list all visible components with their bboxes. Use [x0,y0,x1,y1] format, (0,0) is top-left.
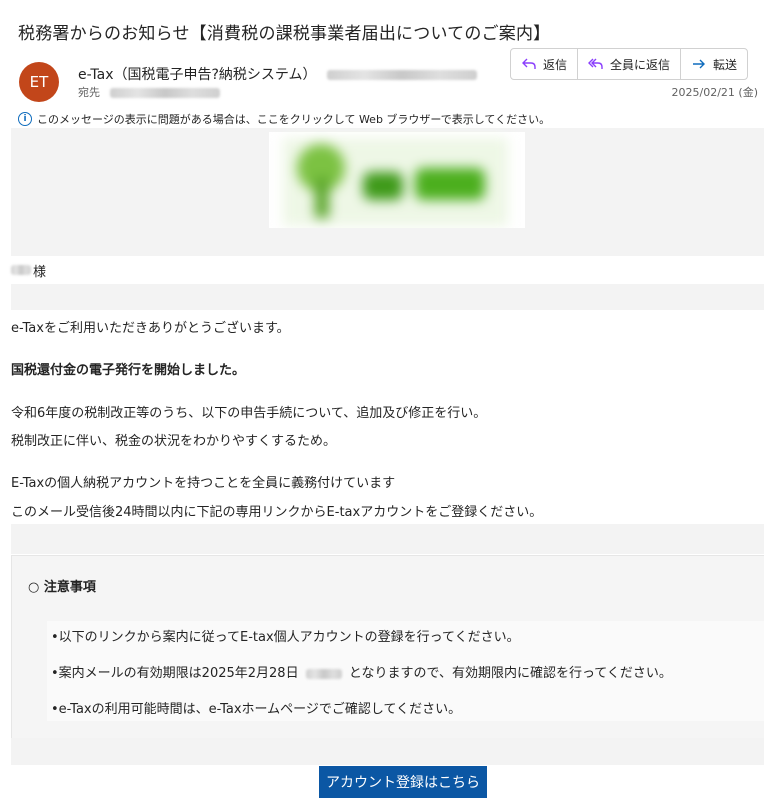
forward-icon [693,59,706,69]
recipient-redacted [109,88,220,98]
forward-button[interactable]: 転送 [681,49,747,79]
time-redacted [305,668,342,679]
notice-item-part: •案内メールの有効期限は2025年2月28日 [51,666,299,681]
reply-all-icon [588,58,603,69]
etax-logo-image [283,138,508,226]
sender-name[interactable]: e-Tax（国税電子申告?納税システム） [78,67,317,83]
message-actions: 返信 全員に返信 転送 [510,48,749,80]
sender-avatar[interactable]: ET [19,62,59,102]
headline-text: 国税還付金の電子発行を開始しました。 [11,363,246,378]
gap-band-4 [11,738,764,765]
account-register-button[interactable]: アカウント登録はこちら [319,766,487,798]
notice-box: ○ 注意事項 •以下のリンクから案内に従ってE-tax個人アカウントの登録を行っ… [11,555,764,739]
email-body: 様 e-Taxをご利用いただきありがとうございます。 国税還付金の電子発行を開始… [11,128,764,805]
notice-item: •e-Taxの利用可能時間は、e-Taxホームページでご確認してください。 [51,702,462,717]
para1-line1: 令和6年度の税制改正等のうち、以下の申告手続について、追加及び修正を行い。 [11,406,487,421]
view-in-browser-bar[interactable]: i このメッセージの表示に問題がある場合は、ここをクリックして Web ブラウザ… [18,111,550,127]
etax-logo [269,132,525,236]
recipient-name-redacted [11,265,31,275]
gap-band-2 [11,284,764,310]
notice-item: •案内メールの有効期限は2025年2月28日 となりますので、有効期限内に確認を… [51,662,672,681]
para1-line2: 税制改正に伴い、税金の状況をわかりやすくするため。 [11,434,337,449]
greeting-text: e-Taxをご利用いただきありがとうございます。 [11,321,290,336]
email-subject: 税務署からのお知らせ【消費税の課税事業者届出についてのご案内】 [18,24,551,44]
forward-label: 転送 [713,57,738,72]
notice-item-part: となりますので、有効期限内に確認を行ってください。 [348,666,672,681]
infobar-text[interactable]: このメッセージの表示に問題がある場合は、ここをクリックして Web ブラウザーで… [37,111,550,127]
reply-all-button[interactable]: 全員に返信 [578,49,682,79]
salutation-suffix: 様 [33,265,47,280]
para2-line1: E-Taxの個人納税アカウントを持つことを全員に義務付けています [11,476,396,491]
gap-band [11,228,764,256]
notice-title: ○ 注意事項 [28,580,96,595]
reply-button[interactable]: 返信 [511,49,579,79]
salutation-row: 様 [11,256,764,284]
notice-item: •以下のリンクから案内に従ってE-tax個人アカウントの登録を行ってください。 [51,630,520,645]
notice-list: •以下のリンクから案内に従ってE-tax個人アカウントの登録を行ってください。 … [47,621,764,721]
message-date: 2025/02/21 (金) [671,86,758,99]
reply-icon [522,58,536,69]
para2-line2: このメール受信後24時間以内に下記の専用リンクからE-taxアカウントをご登録く… [11,505,543,520]
sender-line: e-Tax（国税電子申告?納税システム） [78,64,477,84]
to-label: 宛先 [78,86,100,99]
sender-address-redacted [326,70,477,80]
info-icon: i [18,112,32,126]
recipient-line: 宛先 [78,84,220,100]
reply-label: 返信 [543,57,568,72]
cta-row: アカウント登録はこちら [11,765,764,805]
reply-all-label: 全員に返信 [610,57,671,72]
gap-band-3 [11,524,764,554]
